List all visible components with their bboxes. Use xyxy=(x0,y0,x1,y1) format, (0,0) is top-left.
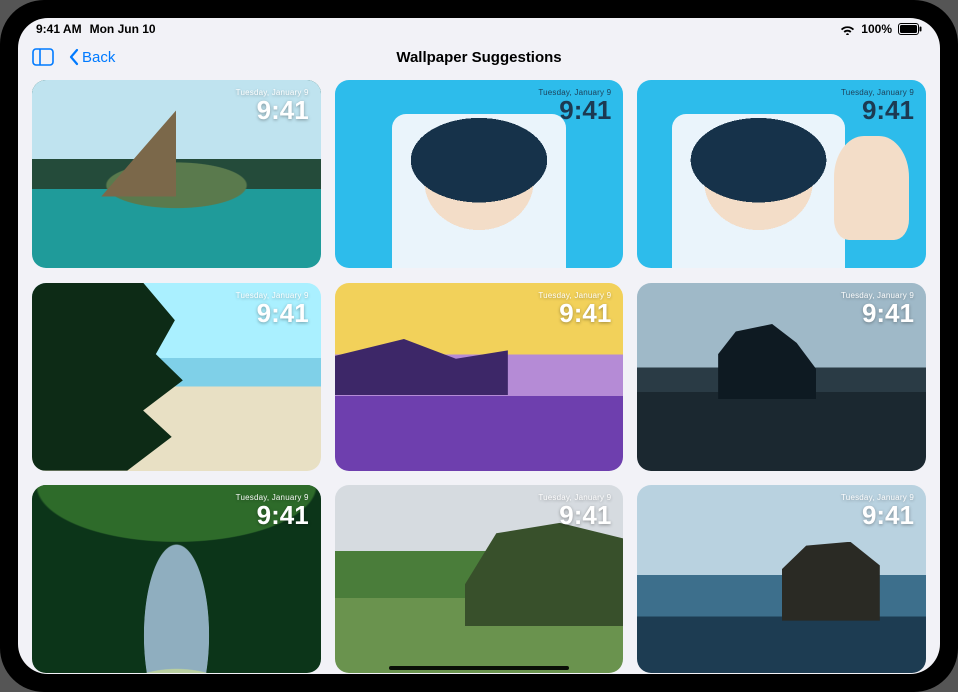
preview-date: Tuesday, January 9 xyxy=(236,291,309,300)
wallpaper-tile-green-highlands[interactable]: Tuesday, January 99:41 xyxy=(335,485,624,673)
home-indicator[interactable] xyxy=(389,666,569,670)
preview-time: 9:41 xyxy=(236,300,309,326)
preview-time: 9:41 xyxy=(538,97,611,123)
preview-time: 9:41 xyxy=(538,502,611,528)
wallpaper-tile-rainforest-stream[interactable]: Tuesday, January 99:41 xyxy=(32,485,321,673)
navigation-bar: Back Wallpaper Suggestions xyxy=(18,40,940,74)
wallpaper-tile-basalt-coast[interactable]: Tuesday, January 99:41 xyxy=(637,283,926,471)
wallpaper-grid: Tuesday, January 99:41Tuesday, January 9… xyxy=(18,74,940,674)
preview-date: Tuesday, January 9 xyxy=(538,493,611,502)
ipad-frame: 9:41 AM Mon Jun 10 100% xyxy=(0,0,958,692)
status-date: Mon Jun 10 xyxy=(90,22,156,36)
chevron-left-icon xyxy=(68,48,80,66)
preview-time: 9:41 xyxy=(841,97,914,123)
lockscreen-preview-overlay: Tuesday, January 99:41 xyxy=(841,493,914,528)
preview-time: 9:41 xyxy=(538,300,611,326)
preview-date: Tuesday, January 9 xyxy=(236,88,309,97)
preview-time: 9:41 xyxy=(236,97,309,123)
lockscreen-preview-overlay: Tuesday, January 99:41 xyxy=(236,291,309,326)
wallpaper-tile-volcano-lagoon[interactable]: Tuesday, January 99:41 xyxy=(32,80,321,268)
preview-date: Tuesday, January 9 xyxy=(841,493,914,502)
wallpaper-tile-jungle-cliff[interactable]: Tuesday, January 99:41 xyxy=(32,283,321,471)
wallpaper-tile-portrait-selfie[interactable]: Tuesday, January 99:41 xyxy=(637,80,926,268)
lockscreen-preview-overlay: Tuesday, January 99:41 xyxy=(236,493,309,528)
preview-date: Tuesday, January 9 xyxy=(538,291,611,300)
preview-time: 9:41 xyxy=(841,300,914,326)
preview-date: Tuesday, January 9 xyxy=(538,88,611,97)
preview-date: Tuesday, January 9 xyxy=(236,493,309,502)
preview-time: 9:41 xyxy=(841,502,914,528)
battery-icon xyxy=(898,23,922,35)
lockscreen-preview-overlay: Tuesday, January 99:41 xyxy=(841,88,914,123)
preview-date: Tuesday, January 9 xyxy=(841,88,914,97)
back-button[interactable]: Back xyxy=(68,48,115,66)
sidebar-toggle-icon[interactable] xyxy=(32,48,54,66)
wallpaper-tile-portrait-bubble[interactable]: Tuesday, January 99:41 xyxy=(335,80,624,268)
preview-time: 9:41 xyxy=(236,502,309,528)
screen: 9:41 AM Mon Jun 10 100% xyxy=(18,18,940,674)
lockscreen-preview-overlay: Tuesday, January 99:41 xyxy=(538,493,611,528)
lockscreen-preview-overlay: Tuesday, January 99:41 xyxy=(236,88,309,123)
wallpaper-tile-duotone-beach[interactable]: Tuesday, January 99:41 xyxy=(335,283,624,471)
lockscreen-preview-overlay: Tuesday, January 99:41 xyxy=(538,291,611,326)
lockscreen-preview-overlay: Tuesday, January 99:41 xyxy=(538,88,611,123)
back-label: Back xyxy=(82,49,115,66)
battery-percentage: 100% xyxy=(861,22,892,36)
lockscreen-preview-overlay: Tuesday, January 99:41 xyxy=(841,291,914,326)
status-time: 9:41 AM xyxy=(36,22,82,36)
page-title: Wallpaper Suggestions xyxy=(18,49,940,66)
wallpaper-tile-ocean-searock[interactable]: Tuesday, January 99:41 xyxy=(637,485,926,673)
status-bar: 9:41 AM Mon Jun 10 100% xyxy=(18,18,940,40)
preview-date: Tuesday, January 9 xyxy=(841,291,914,300)
wifi-icon xyxy=(840,24,855,35)
